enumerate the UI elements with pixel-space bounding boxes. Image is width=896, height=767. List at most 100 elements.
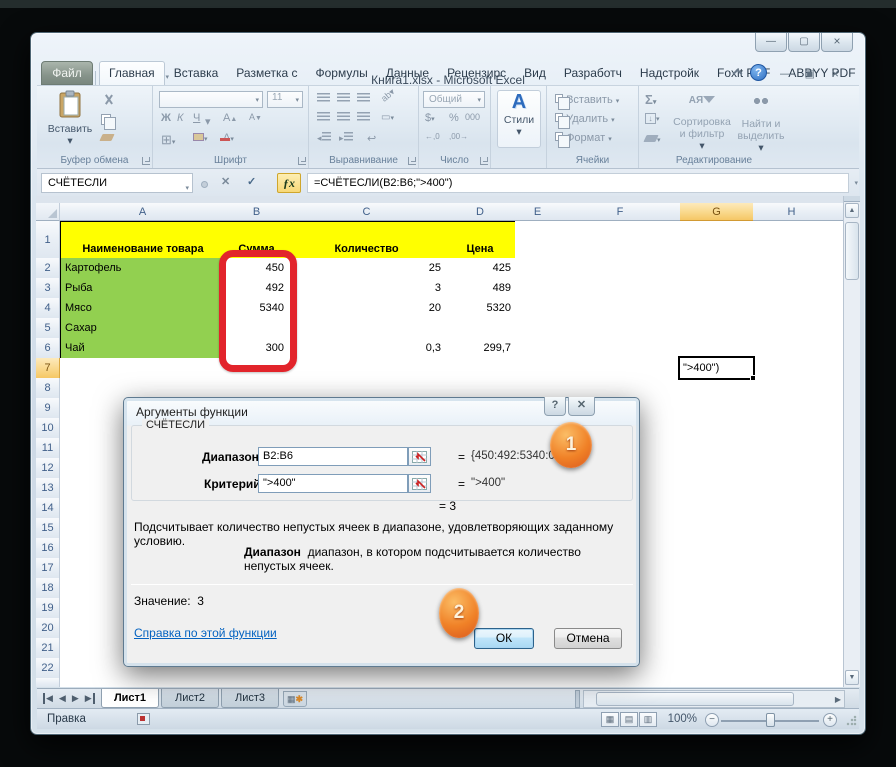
cell-H5[interactable]: [753, 318, 831, 339]
workbook-restore-icon[interactable]: ▣: [805, 67, 815, 81]
cell-H12[interactable]: [753, 458, 831, 479]
shrink-font-icon[interactable]: А▼: [249, 112, 262, 122]
cell-G10[interactable]: [680, 418, 754, 439]
ok-button[interactable]: ОК: [474, 628, 534, 649]
cell-G19[interactable]: [680, 598, 754, 619]
normal-view-icon[interactable]: ▦: [601, 712, 619, 727]
cell-G12[interactable]: [680, 458, 754, 479]
cell-D1[interactable]: Цена: [445, 221, 516, 259]
insert-worksheet-tab[interactable]: ▦✱: [283, 691, 307, 707]
decrease-decimal-icon[interactable]: ,00→: [449, 132, 468, 141]
cell-D3[interactable]: 489: [445, 278, 516, 299]
cell-G23[interactable]: [680, 678, 754, 687]
cell-A3[interactable]: Рыба: [60, 278, 226, 299]
vertical-scrollbar[interactable]: ▲ ▼: [843, 196, 860, 687]
cell-H22[interactable]: [753, 658, 831, 679]
cell-C3[interactable]: 3: [288, 278, 446, 299]
alignment-launcher-icon[interactable]: [408, 157, 416, 165]
tab-разметка-с[interactable]: Разметка с: [227, 61, 306, 85]
underline-button[interactable]: Ч: [193, 112, 200, 124]
orientation-icon[interactable]: ab▾: [379, 87, 397, 105]
tab-foxit-pdf[interactable]: Foxit PDF: [708, 61, 779, 85]
column-header-G[interactable]: G: [680, 203, 754, 221]
zoom-slider-thumb[interactable]: [766, 713, 775, 727]
collapse-ribbon-icon[interactable]: [733, 69, 743, 79]
formula-input[interactable]: =СЧЁТЕСЛИ(B2:B6;">400"): [307, 173, 849, 193]
styles-button[interactable]: А Стили▾: [497, 90, 541, 148]
font-launcher-icon[interactable]: [298, 157, 306, 165]
cell-E3[interactable]: [515, 278, 561, 299]
row-header-5[interactable]: 5: [36, 318, 60, 339]
cell-C7[interactable]: [288, 358, 446, 379]
cell-H19[interactable]: [753, 598, 831, 619]
cell-C1[interactable]: Количество: [288, 221, 446, 259]
cell-H10[interactable]: [753, 418, 831, 439]
row-header-18[interactable]: 18: [36, 578, 60, 599]
cell-H20[interactable]: [753, 618, 831, 639]
tab-разработч[interactable]: Разработч: [555, 61, 631, 85]
cell-H3[interactable]: [753, 278, 831, 299]
cell-A1[interactable]: Наименование товара: [60, 221, 226, 259]
cell-H16[interactable]: [753, 538, 831, 559]
select-all-corner[interactable]: [36, 203, 60, 221]
next-sheet-icon[interactable]: ▶: [72, 693, 79, 704]
increase-indent-icon[interactable]: ▸: [339, 132, 353, 144]
cell-X14[interactable]: [830, 498, 843, 519]
column-header-H[interactable]: H: [753, 203, 831, 221]
align-top-icon[interactable]: [317, 93, 330, 105]
cell-G21[interactable]: [680, 638, 754, 659]
cell-D4[interactable]: 5320: [445, 298, 516, 319]
cell-D7[interactable]: [445, 358, 516, 379]
bold-button[interactable]: Ж: [161, 112, 171, 124]
cell-D2[interactable]: 425: [445, 258, 516, 279]
cell-C23[interactable]: [288, 678, 446, 687]
scroll-right-icon[interactable]: ▶: [835, 695, 841, 704]
currency-icon[interactable]: $▾: [425, 112, 435, 124]
align-center-icon[interactable]: [337, 112, 350, 124]
cell-F1[interactable]: [560, 221, 681, 259]
cell-E23[interactable]: [515, 678, 561, 687]
cancel-button[interactable]: Отмена: [554, 628, 622, 649]
align-right-icon[interactable]: [357, 112, 370, 124]
cell-X13[interactable]: [830, 478, 843, 499]
page-layout-view-icon[interactable]: ▤: [620, 712, 638, 727]
row-header-3[interactable]: 3: [36, 278, 60, 299]
cell-H8[interactable]: [753, 378, 831, 399]
column-header-partial[interactable]: [830, 203, 843, 221]
cell-A8[interactable]: [60, 378, 226, 399]
borders-icon[interactable]: ⊞▾: [161, 132, 175, 148]
row-header-8[interactable]: 8: [36, 378, 60, 399]
scroll-up-icon[interactable]: ▲: [845, 203, 859, 218]
horizontal-scrollbar-thumb[interactable]: [596, 692, 794, 706]
row-header-4[interactable]: 4: [36, 298, 60, 319]
sheet-tab-лист3[interactable]: Лист3: [221, 689, 279, 708]
cell-X12[interactable]: [830, 458, 843, 479]
clipboard-launcher-icon[interactable]: [142, 157, 150, 165]
row-header-9[interactable]: 9: [36, 398, 60, 419]
close-button[interactable]: ×: [821, 33, 853, 52]
range-picker-icon[interactable]: [408, 447, 431, 466]
cell-X19[interactable]: [830, 598, 843, 619]
column-header-B[interactable]: B: [225, 203, 289, 221]
cell-B23[interactable]: [225, 678, 289, 687]
cell-F2[interactable]: [560, 258, 681, 279]
tab-главная[interactable]: Главная: [99, 61, 165, 85]
cell-G18[interactable]: [680, 578, 754, 599]
cell-H17[interactable]: [753, 558, 831, 579]
paste-button[interactable]: Вставить▾: [47, 90, 93, 148]
criteria-field-input[interactable]: ">400": [258, 474, 408, 493]
cell-E1[interactable]: [515, 221, 561, 259]
cell-G2[interactable]: [680, 258, 754, 279]
tab-надстройк[interactable]: Надстройк: [631, 61, 708, 85]
row-header-14[interactable]: 14: [36, 498, 60, 519]
cell-H4[interactable]: [753, 298, 831, 319]
format-painter-icon[interactable]: [101, 132, 113, 144]
font-color-icon[interactable]: А▾: [223, 132, 234, 144]
cell-X18[interactable]: [830, 578, 843, 599]
cell-X17[interactable]: [830, 558, 843, 579]
row-header-13[interactable]: 13: [36, 478, 60, 499]
cell-F3[interactable]: [560, 278, 681, 299]
minimize-button[interactable]: —: [755, 33, 787, 52]
cell-X23[interactable]: [830, 678, 843, 687]
cell-X5[interactable]: [830, 318, 843, 339]
